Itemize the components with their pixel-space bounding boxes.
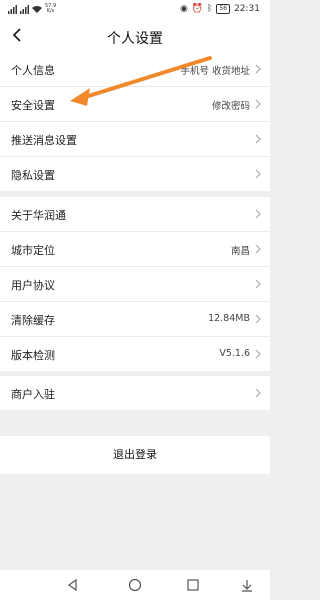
bluetooth-icon: ᛒ <box>207 4 213 14</box>
wifi-icon <box>32 6 42 13</box>
battery-indicator: 56 <box>216 4 231 14</box>
system-nav-bar <box>0 569 270 600</box>
chevron-right-icon <box>255 169 261 179</box>
chevron-right-icon <box>255 314 261 324</box>
page-title: 个人设置 <box>107 31 163 47</box>
clock-time: 22:31 <box>234 4 260 14</box>
row-label: 关于华润通 <box>11 209 66 222</box>
row-label: 商户入驻 <box>11 388 55 401</box>
settings-row-version-check[interactable]: 版本检测 V5.1.6 <box>0 337 270 371</box>
settings-row-push-notifications[interactable]: 推送消息设置 <box>0 122 270 157</box>
row-label: 版本检测 <box>11 349 55 362</box>
nav-back-icon[interactable] <box>66 578 80 592</box>
settings-row-privacy[interactable]: 隐私设置 <box>0 157 270 191</box>
settings-row-user-agreement[interactable]: 用户协议 <box>0 267 270 302</box>
network-speed: 57.9 K/s <box>45 3 57 14</box>
status-bar: 57.9 K/s ◉ ⏰ ᛒ 56 22:31 <box>0 0 270 20</box>
row-label: 推送消息设置 <box>11 134 77 147</box>
chevron-right-icon <box>255 349 261 359</box>
logout-button[interactable]: 退出登录 <box>0 436 270 474</box>
row-label: 安全设置 <box>11 99 55 112</box>
chevron-right-icon <box>255 134 261 144</box>
row-label: 用户协议 <box>11 279 55 292</box>
row-value: V5.1.6 <box>219 348 250 359</box>
settings-row-clear-cache[interactable]: 清除缓存 12.84MB <box>0 302 270 337</box>
row-value: 修改密码 <box>211 101 250 112</box>
settings-row-city-location[interactable]: 城市定位 南昌 <box>0 232 270 267</box>
app-header: 个人设置 <box>0 20 270 52</box>
chevron-right-icon <box>255 244 261 254</box>
row-value: 南昌 <box>230 246 250 257</box>
signal-icon-2 <box>20 4 29 14</box>
chevron-right-icon <box>255 64 261 74</box>
chevron-right-icon <box>255 388 261 398</box>
settings-row-security[interactable]: 安全设置 修改密码 <box>0 87 270 122</box>
settings-group-merchant: 商户入驻 <box>0 376 270 410</box>
settings-row-personal-info[interactable]: 个人信息 手机号 收货地址 <box>0 52 270 87</box>
alarm-icon: ⏰ <box>191 4 204 14</box>
nav-recents-icon[interactable] <box>186 578 200 592</box>
eye-icon: ◉ <box>179 4 188 14</box>
chevron-right-icon <box>255 279 261 289</box>
settings-group-account: 个人信息 手机号 收货地址 安全设置 修改密码 推送消息设置 隐私设置 <box>0 52 270 191</box>
row-label: 清除缓存 <box>11 314 55 327</box>
settings-row-merchant-join[interactable]: 商户入驻 <box>0 376 270 410</box>
chevron-right-icon <box>255 99 261 109</box>
nav-home-icon[interactable] <box>128 578 142 592</box>
nav-download-icon[interactable] <box>240 578 254 592</box>
chevron-right-icon <box>255 209 261 219</box>
row-value: 手机号 收货地址 <box>180 66 250 77</box>
row-label: 个人信息 <box>11 64 55 77</box>
signal-icon <box>8 4 17 14</box>
settings-row-about[interactable]: 关于华润通 <box>0 197 270 232</box>
row-value: 12.84MB <box>208 313 250 324</box>
row-label: 隐私设置 <box>11 169 55 182</box>
settings-group-app: 关于华润通 城市定位 南昌 用户协议 清除缓存 12.84MB 版本检测 V5.… <box>0 197 270 371</box>
row-label: 城市定位 <box>11 244 55 257</box>
